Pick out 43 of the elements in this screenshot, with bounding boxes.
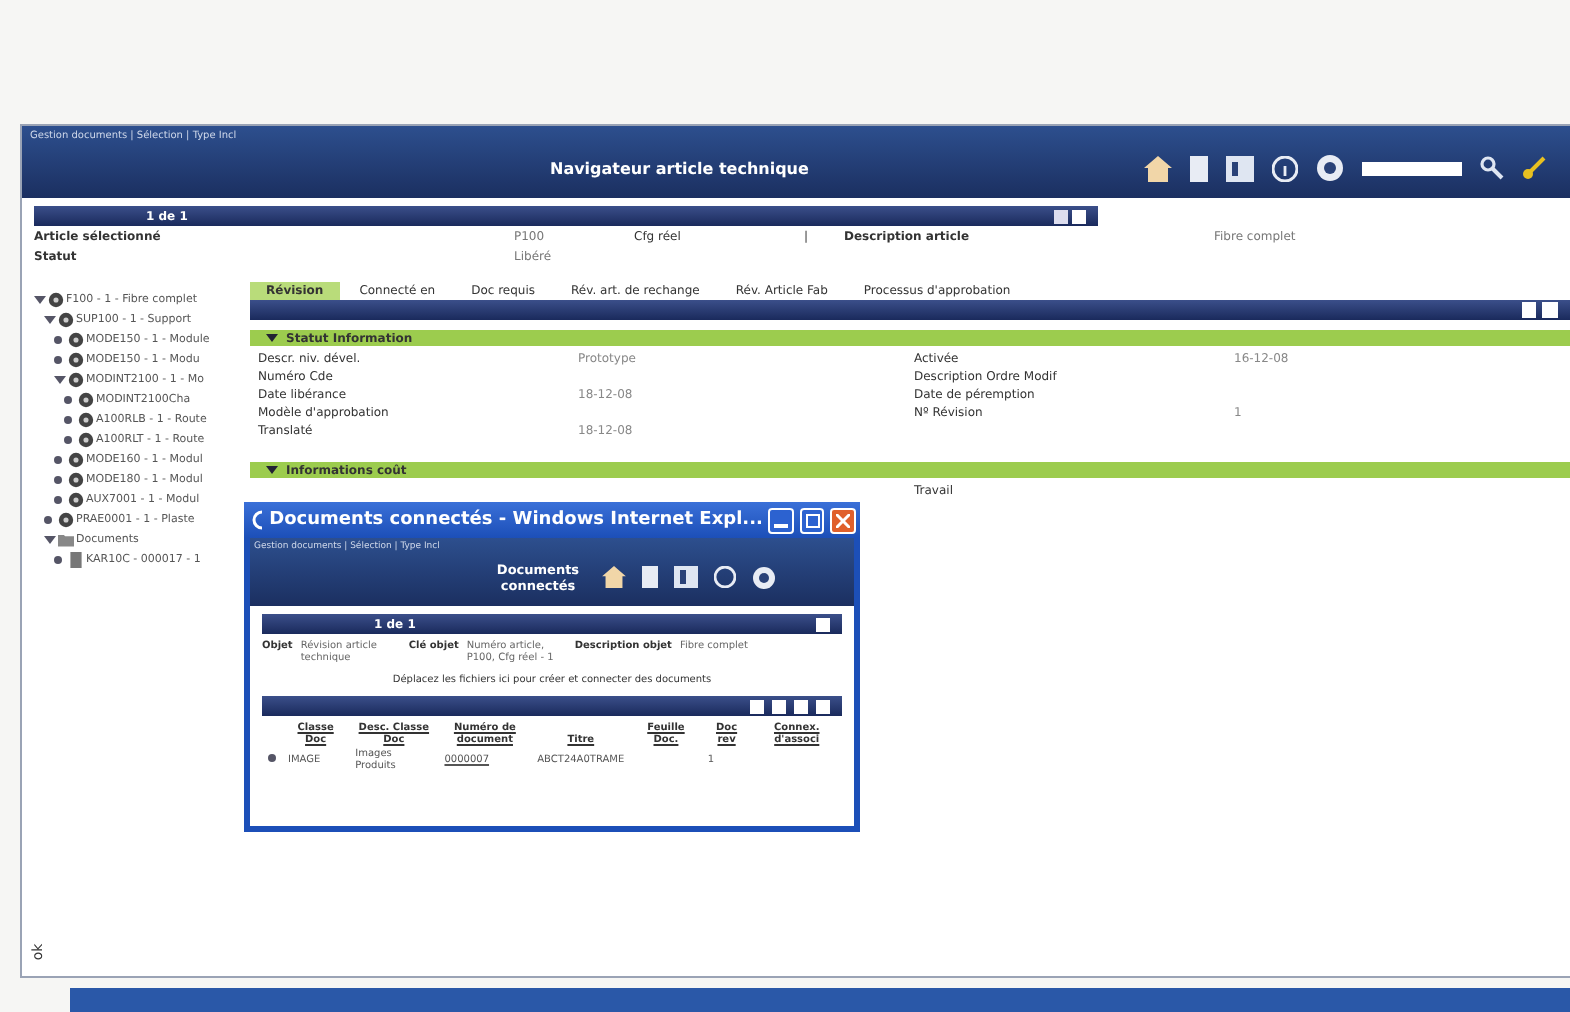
page-title: Navigateur article technique <box>550 159 809 177</box>
minimize-button[interactable] <box>768 507 794 533</box>
collapse-icon[interactable] <box>1522 302 1558 318</box>
expander-icon[interactable] <box>34 294 46 306</box>
info-icon[interactable] <box>1272 155 1298 181</box>
maximize-icon <box>805 513 820 527</box>
bullet-icon <box>268 754 276 762</box>
bullet-icon[interactable] <box>64 396 76 404</box>
expander-icon <box>266 332 278 344</box>
bullet-icon[interactable] <box>64 436 76 444</box>
maximize-button[interactable] <box>799 507 825 533</box>
help-icon[interactable] <box>1316 154 1344 182</box>
collapse-icon[interactable] <box>1054 209 1086 223</box>
house-icon[interactable] <box>602 566 626 588</box>
bullet-icon[interactable] <box>54 456 66 464</box>
expander-icon[interactable] <box>44 314 56 326</box>
expander-icon[interactable] <box>54 374 66 386</box>
window-title: Documents connectés - Windows Internet Expl... <box>269 510 763 530</box>
folder-icon <box>58 532 74 548</box>
book-icon[interactable] <box>674 566 698 588</box>
bullet-icon[interactable] <box>54 496 66 504</box>
close-icon <box>836 513 851 527</box>
house-icon[interactable] <box>1144 155 1172 181</box>
bullet-icon[interactable] <box>44 516 56 524</box>
collapse-icon[interactable] <box>816 617 830 631</box>
bullet-icon[interactable] <box>54 356 66 364</box>
expander-icon[interactable] <box>44 534 56 546</box>
book-icon[interactable] <box>1226 155 1254 181</box>
bullet-icon[interactable] <box>54 476 66 484</box>
search-icon[interactable] <box>1480 156 1504 180</box>
bullet-icon[interactable] <box>64 416 76 424</box>
browser-icon <box>248 510 264 530</box>
bullet-icon[interactable] <box>54 556 66 564</box>
info-icon[interactable] <box>714 566 736 588</box>
close-button[interactable] <box>830 507 856 533</box>
toolbar-icons-drawing[interactable] <box>750 699 830 713</box>
expander-icon <box>266 464 278 476</box>
help-icon[interactable] <box>752 565 776 589</box>
search-field[interactable] <box>1362 161 1462 175</box>
key-icon[interactable] <box>1522 156 1546 180</box>
document-icon[interactable] <box>1190 155 1208 181</box>
bullet-icon[interactable] <box>54 336 66 344</box>
document-icon <box>68 552 84 568</box>
